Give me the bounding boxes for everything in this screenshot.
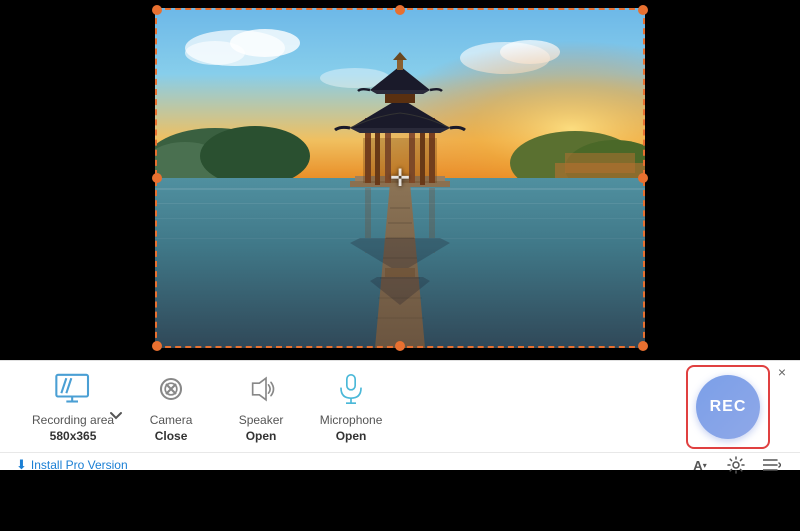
speaker-icon bbox=[237, 369, 285, 409]
text-icon: A bbox=[693, 458, 702, 473]
download-icon: ⬇ bbox=[16, 457, 27, 473]
recording-area-item[interactable]: Recording area 580x365 bbox=[20, 361, 126, 452]
microphone-item[interactable]: Microphone Open bbox=[306, 361, 396, 452]
speaker-text: Speaker bbox=[239, 413, 284, 427]
speaker-status: Open bbox=[239, 429, 284, 445]
camera-label: Camera Close bbox=[150, 413, 193, 444]
microphone-label: Microphone Open bbox=[320, 413, 383, 444]
settings-button[interactable] bbox=[724, 453, 748, 477]
microphone-status: Open bbox=[320, 429, 383, 445]
camera-text: Camera bbox=[150, 413, 193, 427]
microphone-icon bbox=[327, 369, 375, 409]
menu-button[interactable] bbox=[760, 453, 784, 477]
text-button[interactable]: A ▾ bbox=[688, 453, 712, 477]
monitor-icon bbox=[49, 369, 97, 409]
recording-area-value: 580x365 bbox=[32, 429, 114, 445]
scene-image bbox=[155, 8, 645, 348]
bottom-right-icons: A ▾ bbox=[688, 453, 784, 477]
recording-area-label: Recording area 580x365 bbox=[32, 413, 114, 444]
rec-button-container: REC bbox=[686, 365, 770, 449]
recording-area-chevron[interactable] bbox=[108, 408, 124, 424]
rec-button[interactable]: REC bbox=[696, 375, 760, 439]
canvas-area: ✛ bbox=[0, 0, 800, 360]
camera-item[interactable]: Camera Close bbox=[126, 361, 216, 452]
toolbar-main: Recording area 580x365 bbox=[0, 361, 800, 452]
speaker-item[interactable]: Speaker Open bbox=[216, 361, 306, 452]
toolbar: Recording area 580x365 bbox=[0, 360, 800, 470]
recording-area-text: Recording area bbox=[32, 413, 114, 427]
install-pro-link[interactable]: ⬇ Install Pro Version bbox=[16, 457, 128, 473]
speaker-label: Speaker Open bbox=[239, 413, 284, 444]
camera-icon bbox=[147, 369, 195, 409]
toolbar-bottom: ⬇ Install Pro Version A ▾ bbox=[0, 452, 800, 477]
microphone-text: Microphone bbox=[320, 413, 383, 427]
close-button[interactable]: × bbox=[772, 362, 792, 382]
install-pro-text: Install Pro Version bbox=[31, 458, 128, 472]
camera-status: Close bbox=[150, 429, 193, 445]
